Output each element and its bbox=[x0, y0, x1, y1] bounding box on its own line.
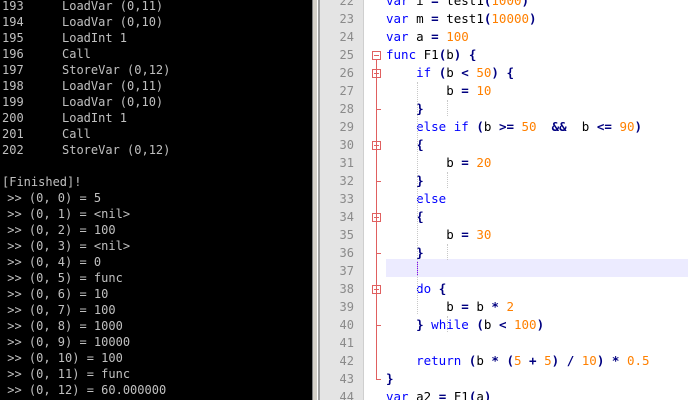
fold-end-marker bbox=[376, 109, 381, 110]
bytecode-index: 195 bbox=[2, 31, 24, 45]
bytecode-instruction: LoadVar (0,10) bbox=[62, 15, 164, 29]
result-line: >> (0, 5) = func bbox=[0, 271, 123, 285]
bytecode-index: 194 bbox=[2, 15, 24, 29]
result-line: >> (0, 3) = <nil> bbox=[0, 239, 131, 253]
code-line[interactable]: return (b * (5 + 5) / 10) * 0.5 bbox=[386, 352, 649, 370]
console-output-panel[interactable]: 193 LoadVar (0,11) 194 LoadVar (0,10) 195 Loa… bbox=[0, 0, 312, 400]
result-line: >> (0, 6) = 10 bbox=[0, 287, 109, 301]
indent-guide bbox=[447, 172, 448, 188]
finished-label: [Finished]! bbox=[2, 175, 82, 189]
bytecode-instruction: Call bbox=[62, 127, 91, 141]
indent-guide bbox=[447, 244, 448, 260]
line-number: 29 bbox=[339, 120, 354, 134]
line-number: 28 bbox=[339, 102, 354, 116]
indent-guide bbox=[447, 316, 448, 332]
code-line[interactable]: b = 30 bbox=[386, 226, 491, 244]
line-number: 33 bbox=[339, 192, 354, 206]
bytecode-index: 199 bbox=[2, 95, 24, 109]
line-number: 38 bbox=[339, 282, 354, 296]
line-number-gutter: 22 23 24 25 26 27 28 29 30 31 32 33 34 35 36 37 38 39 40 41… bbox=[320, 0, 364, 400]
code-line[interactable]: else if (b >= 50 && b <= 90) bbox=[386, 118, 642, 136]
line-number: 44 bbox=[339, 390, 354, 400]
code-line[interactable]: var a2 = F1(a) bbox=[386, 388, 491, 400]
fold-end-marker bbox=[376, 325, 381, 326]
line-number: 43 bbox=[339, 372, 354, 386]
line-number: 25 bbox=[339, 48, 354, 62]
line-number: 24 bbox=[339, 30, 354, 44]
bytecode-instruction: LoadInt 1 bbox=[62, 31, 128, 45]
bytecode-index: 197 bbox=[2, 63, 24, 77]
result-line: >> (0, 10) = 100 bbox=[0, 351, 123, 365]
bytecode-instruction: LoadVar (0,11) bbox=[62, 79, 164, 93]
line-number: 27 bbox=[339, 84, 354, 98]
result-line: >> (0, 7) = 100 bbox=[0, 303, 116, 317]
bytecode-index: 193 bbox=[2, 0, 24, 13]
bytecode-index: 202 bbox=[2, 143, 24, 157]
line-number: 40 bbox=[339, 318, 354, 332]
bytecode-index: 198 bbox=[2, 79, 24, 93]
fold-end-marker bbox=[376, 253, 381, 254]
code-editor[interactable]: 22 23 24 25 26 27 28 29 30 31 32 33 34 35 36 37 38 39 40 41… bbox=[320, 0, 688, 400]
fold-toggle-icon[interactable] bbox=[372, 51, 381, 60]
result-line: >> (0, 1) = <nil> bbox=[0, 207, 131, 221]
bytecode-index: 201 bbox=[2, 127, 24, 141]
fold-end-marker bbox=[376, 379, 381, 380]
fold-end-marker bbox=[376, 181, 381, 182]
bytecode-index: 200 bbox=[2, 111, 24, 125]
line-number: 39 bbox=[339, 300, 354, 314]
fold-range-line bbox=[376, 60, 377, 379]
line-number: 37 bbox=[339, 264, 354, 278]
line-number: 41 bbox=[339, 336, 354, 350]
code-line[interactable]: b = 10 bbox=[386, 82, 491, 100]
line-number: 30 bbox=[339, 138, 354, 152]
current-line-highlight bbox=[386, 259, 688, 277]
result-line: >> (0, 12) = 60.000000 bbox=[0, 383, 167, 397]
result-line: >> (0, 4) = 0 bbox=[0, 255, 102, 269]
indent-guide bbox=[417, 82, 418, 314]
code-line[interactable]: } while (b < 100) bbox=[386, 316, 544, 334]
code-line[interactable]: var a = 100 bbox=[386, 28, 469, 46]
line-number: 35 bbox=[339, 228, 354, 242]
line-number: 34 bbox=[339, 210, 354, 224]
result-line: >> (0, 2) = 100 bbox=[0, 223, 116, 237]
code-line[interactable]: if (b < 50) { bbox=[386, 64, 514, 82]
code-line[interactable]: b = 20 bbox=[386, 154, 491, 172]
bytecode-instruction: StoreVar (0,12) bbox=[62, 143, 171, 157]
result-line: >> (0, 9) = 10000 bbox=[0, 335, 131, 349]
line-number: 32 bbox=[339, 174, 354, 188]
bytecode-instruction: Call bbox=[62, 47, 91, 61]
line-number: 23 bbox=[339, 12, 354, 26]
result-line: >> (0, 0) = 5 bbox=[0, 191, 102, 205]
result-line: >> (0, 11) = func bbox=[0, 367, 131, 381]
bytecode-instruction: LoadInt 1 bbox=[62, 111, 128, 125]
code-line[interactable]: } bbox=[386, 370, 394, 388]
result-line: >> (0, 8) = 1000 bbox=[0, 319, 123, 333]
line-number: 36 bbox=[339, 246, 354, 260]
bytecode-instruction: StoreVar (0,12) bbox=[62, 63, 171, 77]
line-number: 42 bbox=[339, 354, 354, 368]
bytecode-index: 196 bbox=[2, 47, 24, 61]
line-number: 22 bbox=[339, 0, 354, 8]
line-number: 26 bbox=[339, 66, 354, 80]
line-number: 31 bbox=[339, 156, 354, 170]
code-line[interactable]: func F1(b) { bbox=[386, 46, 476, 64]
code-line[interactable]: var m = test1(10000) bbox=[386, 10, 537, 28]
code-line[interactable]: var i = test1(1000) bbox=[386, 0, 529, 10]
bytecode-instruction: LoadVar (0,10) bbox=[62, 95, 164, 109]
indent-guide bbox=[447, 100, 448, 116]
code-line[interactable]: b = b * 2 bbox=[386, 298, 514, 316]
bytecode-instruction: LoadVar (0,11) bbox=[62, 0, 164, 13]
